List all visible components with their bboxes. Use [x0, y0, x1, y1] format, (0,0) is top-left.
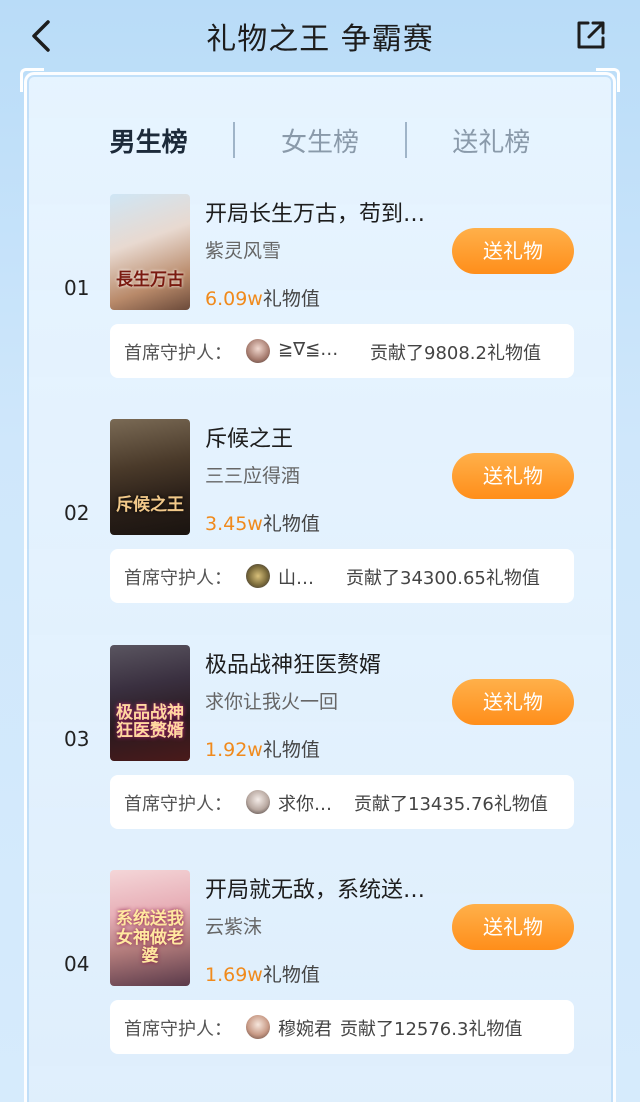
gift-value-suffix: 礼物值 — [262, 513, 320, 535]
share-icon — [577, 21, 605, 49]
gift-value-number: 1.92w — [205, 739, 263, 761]
book-cover[interactable]: 系统送我 女神做老婆 — [110, 870, 190, 986]
gift-value: 1.69w礼物值 — [205, 960, 320, 987]
guardian-name: 求你… — [278, 794, 332, 815]
page-title: 礼物之王 争霸赛 — [206, 22, 434, 57]
book-author: 求你让我火一回 — [205, 691, 339, 713]
book-title[interactable]: 开局长生万古，苟到… — [205, 196, 425, 228]
list-item: 02 斥候之王 斥候之王 三三应得酒 3.45w礼物值 送礼物 首席守护人： 山… — [0, 419, 640, 619]
rank-number: 01 — [64, 276, 90, 300]
send-gift-button[interactable]: 送礼物 — [452, 679, 574, 725]
guardian-label: 首席守护人： — [124, 343, 232, 364]
book-title[interactable]: 极品战神狂医赘婿 — [205, 647, 381, 679]
rank-number: 03 — [64, 727, 90, 751]
send-gift-button[interactable]: 送礼物 — [452, 453, 574, 499]
gift-value: 1.92w礼物值 — [205, 735, 320, 762]
rank-number: 02 — [64, 501, 90, 525]
top-bar: 礼物之王 争霸赛 — [0, 0, 640, 70]
tab-female[interactable]: 女生榜 — [235, 122, 404, 159]
avatar[interactable] — [246, 790, 270, 814]
guardian-contribution: 贡献了12576.3礼物值 — [340, 1019, 523, 1040]
guardian-card: 首席守护人： 穆婉君 贡献了12576.3礼物值 — [110, 1000, 574, 1054]
guardian-card: 首席守护人： 求你… 贡献了13435.76礼物值 — [110, 775, 574, 829]
gift-value-number: 6.09w — [205, 288, 263, 310]
gift-value-number: 3.45w — [205, 513, 263, 535]
guardian-name: ≧∇≦… — [278, 339, 339, 360]
book-cover[interactable]: 長生万古 — [110, 194, 190, 310]
guardian-card: 首席守护人： 山… 贡献了34300.65礼物值 — [110, 549, 574, 603]
guardian-label: 首席守护人： — [124, 794, 232, 815]
avatar[interactable] — [246, 564, 270, 588]
book-cover[interactable]: 斥候之王 — [110, 419, 190, 535]
guardian-contribution: 贡献了9808.2礼物值 — [370, 343, 541, 364]
gift-value: 3.45w礼物值 — [205, 509, 320, 536]
gift-value-number: 1.69w — [205, 964, 263, 986]
ranking-tabs: 男生榜 女生榜 送礼榜 — [64, 118, 576, 162]
book-title[interactable]: 开局就无敌，系统送… — [205, 872, 425, 904]
guardian-label: 首席守护人： — [124, 568, 232, 589]
avatar[interactable] — [246, 339, 270, 363]
gift-value: 6.09w礼物值 — [205, 284, 320, 311]
book-title[interactable]: 斥候之王 — [205, 421, 293, 453]
panel-corner-decoration — [596, 68, 620, 92]
book-author: 紫灵风雪 — [205, 240, 282, 262]
guardian-name: 穆婉君 — [278, 1019, 332, 1040]
guardian-name: 山… — [278, 568, 314, 589]
guardian-contribution: 贡献了13435.76礼物值 — [354, 794, 548, 815]
list-item: 04 系统送我 女神做老婆 开局就无敌，系统送… 云紫沫 1.69w礼物值 送礼… — [0, 870, 640, 1070]
book-author: 三三应得酒 — [205, 465, 301, 487]
tab-gift[interactable]: 送礼榜 — [407, 122, 576, 159]
cover-title: 斥候之王 — [116, 495, 184, 516]
send-gift-button[interactable]: 送礼物 — [452, 904, 574, 950]
panel-corner-decoration — [20, 68, 44, 92]
cover-title: 极品战神 狂医赘婿 — [116, 702, 184, 742]
book-author: 云紫沫 — [205, 916, 263, 938]
cover-title: 長生万古 — [116, 270, 184, 291]
list-item: 01 長生万古 开局长生万古，苟到… 紫灵风雪 6.09w礼物值 送礼物 首席守… — [0, 194, 640, 394]
gift-value-suffix: 礼物值 — [262, 288, 320, 310]
gift-value-suffix: 礼物值 — [262, 964, 320, 986]
send-gift-button[interactable]: 送礼物 — [452, 228, 574, 274]
share-button[interactable] — [574, 18, 608, 52]
book-cover[interactable]: 极品战神 狂医赘婿 — [110, 645, 190, 761]
avatar[interactable] — [246, 1015, 270, 1039]
tab-male[interactable]: 男生榜 — [64, 122, 233, 159]
guardian-card: 首席守护人： ≧∇≦… 贡献了9808.2礼物值 — [110, 324, 574, 378]
cover-title: 系统送我 女神做老婆 — [116, 908, 184, 967]
rank-number: 04 — [64, 952, 90, 976]
guardian-contribution: 贡献了34300.65礼物值 — [346, 568, 540, 589]
guardian-label: 首席守护人： — [124, 1019, 232, 1040]
list-item: 03 极品战神 狂医赘婿 极品战神狂医赘婿 求你让我火一回 1.92w礼物值 送… — [0, 645, 640, 845]
gift-value-suffix: 礼物值 — [262, 739, 320, 761]
